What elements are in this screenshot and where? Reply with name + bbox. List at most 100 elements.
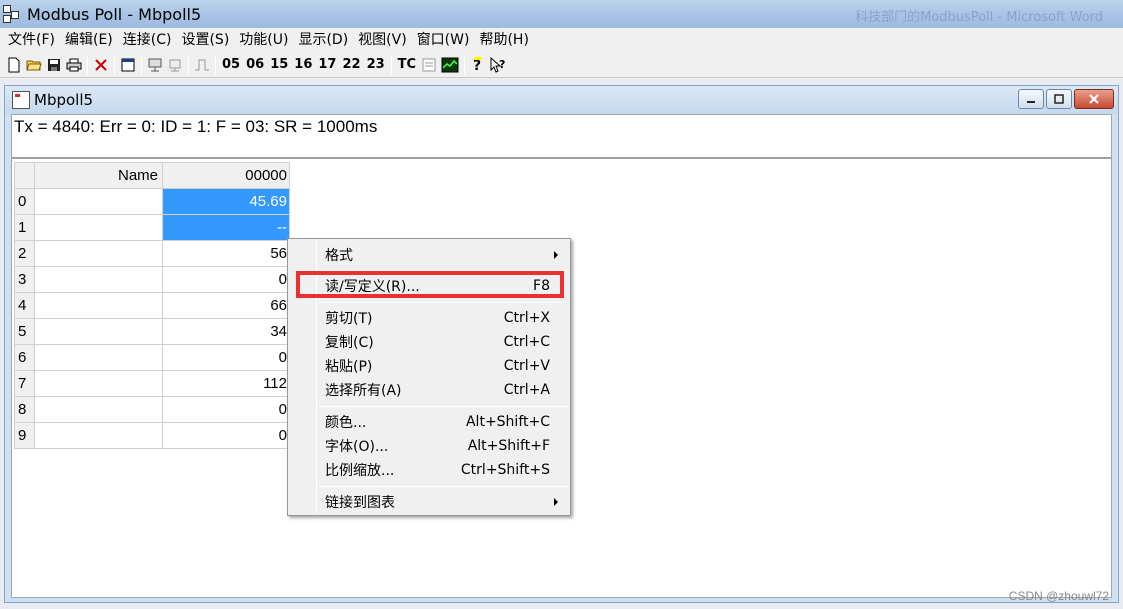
menu-item-label: 颜色... xyxy=(325,415,367,431)
name-cell[interactable] xyxy=(34,318,163,345)
connect-icon[interactable] xyxy=(145,54,165,76)
function-23-button[interactable]: 23 xyxy=(364,57,388,72)
value-cell[interactable]: 0 xyxy=(162,266,290,293)
menu-item-zoom[interactable]: 比例缩放... Ctrl+Shift+S xyxy=(290,458,568,482)
menu-item-font[interactable]: 字体(O)... Alt+Shift+F xyxy=(290,434,568,458)
annotation-highlight-box xyxy=(296,271,564,298)
register-grid: Name 00000 0 45.69 1 -- 2 56 3 0 4 66 5 … xyxy=(14,162,290,449)
chart-icon[interactable] xyxy=(439,54,461,76)
row-header[interactable]: 2 xyxy=(14,240,35,267)
name-cell[interactable] xyxy=(34,422,163,449)
toolbar-separator xyxy=(215,54,216,75)
open-icon[interactable] xyxy=(24,54,44,76)
table-row: 7 112 xyxy=(14,370,290,397)
menu-help[interactable]: 帮助(H) xyxy=(474,29,533,51)
menu-item-shortcut: Alt+Shift+C xyxy=(465,414,550,430)
menu-item-label: 复制(C) xyxy=(325,335,374,351)
name-cell[interactable] xyxy=(34,370,163,397)
menu-item-format[interactable]: 格式 xyxy=(290,243,568,267)
communication-icon[interactable] xyxy=(419,54,439,76)
toolbar-separator xyxy=(87,54,88,75)
table-row: 9 0 xyxy=(14,422,290,449)
row-header[interactable]: 9 xyxy=(14,422,35,449)
menu-setup[interactable]: 设置(S) xyxy=(176,29,234,51)
name-cell[interactable] xyxy=(34,266,163,293)
value-cell[interactable]: -- xyxy=(162,214,290,241)
value-cell[interactable]: 66 xyxy=(162,292,290,319)
function-17-button[interactable]: 17 xyxy=(315,57,339,72)
address-column-header[interactable]: 00000 xyxy=(162,162,290,189)
name-cell[interactable] xyxy=(34,344,163,371)
name-cell[interactable] xyxy=(34,396,163,423)
menu-item-copy[interactable]: 复制(C) Ctrl+C xyxy=(290,330,568,354)
value-cell[interactable]: 0 xyxy=(162,422,290,449)
window-title: Modbus Poll - Mbpoll5 xyxy=(27,4,202,24)
tc-button[interactable]: TC xyxy=(395,57,419,72)
menu-item-link-to-chart[interactable]: 链接到图表 xyxy=(290,490,568,514)
value-cell[interactable]: 45.69 xyxy=(162,188,290,215)
name-cell[interactable] xyxy=(34,214,163,241)
value-cell[interactable]: 34 xyxy=(162,318,290,345)
menu-connect[interactable]: 连接(C) xyxy=(118,29,177,51)
menu-separator xyxy=(319,302,568,303)
table-row: 5 34 xyxy=(14,318,290,345)
child-title: Mbpoll5 xyxy=(34,91,94,109)
menu-item-label: 比例缩放... xyxy=(325,463,395,479)
row-header[interactable]: 1 xyxy=(14,214,35,241)
row-header[interactable]: 7 xyxy=(14,370,35,397)
print-icon[interactable] xyxy=(64,54,84,76)
delete-icon[interactable] xyxy=(91,54,111,76)
row-header[interactable]: 8 xyxy=(14,396,35,423)
window-icon[interactable] xyxy=(118,54,138,76)
disconnect-icon[interactable] xyxy=(165,54,185,76)
minimize-button[interactable] xyxy=(1018,89,1044,109)
menu-item-shortcut: Ctrl+V xyxy=(503,358,550,374)
value-cell[interactable]: 0 xyxy=(162,396,290,423)
modbus-app-icon xyxy=(1,3,23,25)
menu-functions[interactable]: 功能(U) xyxy=(234,29,293,51)
pulse-icon[interactable] xyxy=(192,54,212,76)
context-help-icon[interactable]: ? xyxy=(488,54,510,76)
function-22-button[interactable]: 22 xyxy=(339,57,363,72)
menu-item-label: 选择所有(A) xyxy=(325,383,402,399)
menu-display[interactable]: 显示(D) xyxy=(293,29,353,51)
toolbar-separator xyxy=(141,54,142,75)
value-cell[interactable]: 112 xyxy=(162,370,290,397)
function-06-button[interactable]: 06 xyxy=(243,57,267,72)
row-header[interactable]: 0 xyxy=(14,188,35,215)
menu-item-color[interactable]: 颜色... Alt+Shift+C xyxy=(290,410,568,434)
menu-window[interactable]: 窗口(W) xyxy=(412,29,475,51)
save-icon[interactable] xyxy=(44,54,64,76)
name-cell[interactable] xyxy=(34,292,163,319)
close-button[interactable] xyxy=(1074,89,1114,109)
function-05-button[interactable]: 05 xyxy=(219,57,243,72)
name-cell[interactable] xyxy=(34,188,163,215)
row-header[interactable]: 5 xyxy=(14,318,35,345)
function-15-button[interactable]: 15 xyxy=(267,57,291,72)
toolbar-separator xyxy=(464,54,466,75)
splitter[interactable] xyxy=(12,157,1111,159)
menu-file[interactable]: 文件(F) xyxy=(3,29,60,51)
menu-item-shortcut: Ctrl+C xyxy=(503,334,550,350)
svg-text:?: ? xyxy=(473,58,481,73)
menu-edit[interactable]: 编辑(E) xyxy=(60,29,118,51)
value-cell[interactable]: 56 xyxy=(162,240,290,267)
menu-item-paste[interactable]: 粘贴(P) Ctrl+V xyxy=(290,354,568,378)
grid-header-row: Name 00000 xyxy=(14,162,290,189)
status-line: Tx = 4840: Err = 0: ID = 1: F = 03: SR =… xyxy=(14,117,378,136)
name-cell[interactable] xyxy=(34,240,163,267)
menu-item-select-all[interactable]: 选择所有(A) Ctrl+A xyxy=(290,378,568,402)
row-header[interactable]: 4 xyxy=(14,292,35,319)
submenu-arrow-icon xyxy=(554,498,558,506)
row-header[interactable]: 6 xyxy=(14,344,35,371)
row-header[interactable]: 3 xyxy=(14,266,35,293)
value-cell[interactable]: 0 xyxy=(162,344,290,371)
new-icon[interactable] xyxy=(4,54,24,76)
name-column-header[interactable]: Name xyxy=(34,162,163,189)
maximize-button[interactable] xyxy=(1046,89,1072,109)
function-16-button[interactable]: 16 xyxy=(291,57,315,72)
help-icon[interactable]: ? xyxy=(468,54,488,76)
menu-item-label: 粘贴(P) xyxy=(325,359,373,375)
menu-item-cut[interactable]: 剪切(T) Ctrl+X xyxy=(290,306,568,330)
menu-view[interactable]: 视图(V) xyxy=(353,29,412,51)
